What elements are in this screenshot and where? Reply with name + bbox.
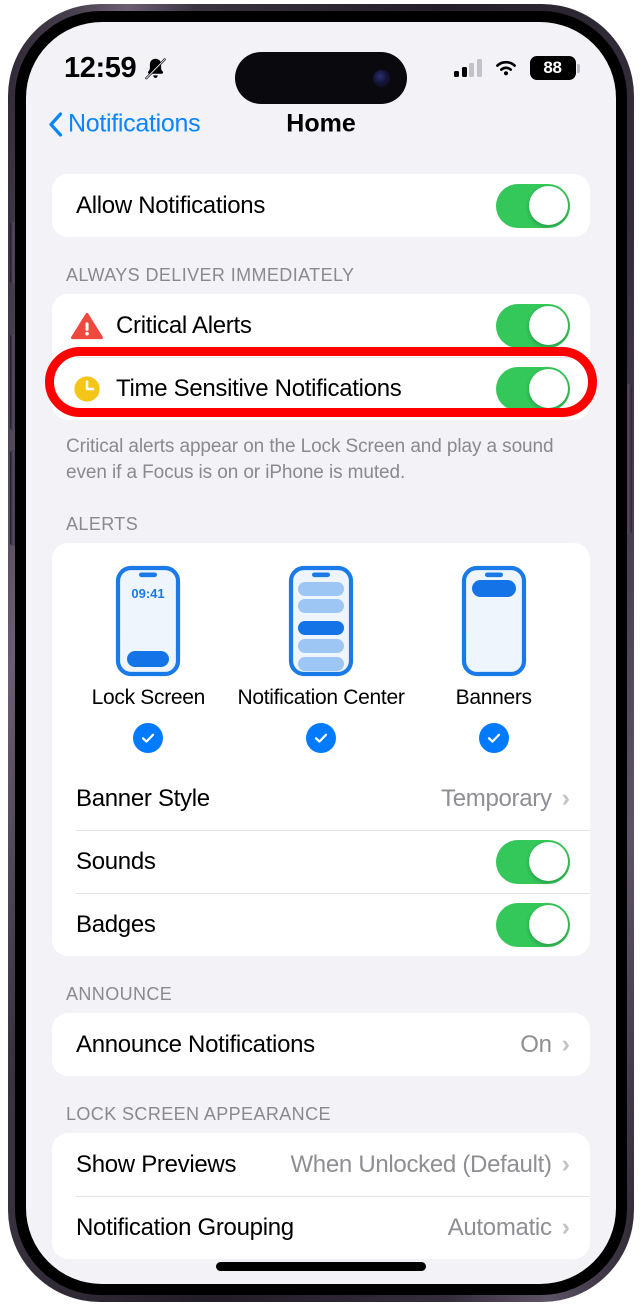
bell-slash-icon	[145, 57, 166, 79]
alert-option-lock-screen[interactable]: 09:41 Lock Screen	[62, 565, 235, 754]
section-header-deliver: ALWAYS DELIVER IMMEDIATELY	[66, 265, 355, 285]
status-bar-right: 88	[454, 56, 580, 80]
lock-screen-appearance-group: Show Previews When Unlocked (Default) › …	[52, 1133, 590, 1260]
row-label: Banner Style	[76, 784, 210, 812]
checkmark-lock-screen[interactable]	[133, 723, 164, 754]
section-footer-critical-alerts: Critical alerts appear on the Lock Scree…	[66, 436, 554, 484]
row-notification-grouping[interactable]: Notification Grouping Automatic ›	[52, 1196, 590, 1259]
section-header-lock-screen-appearance: LOCK SCREEN APPEARANCE	[66, 1104, 331, 1125]
page-title: Home	[286, 109, 356, 138]
battery-indicator: 88	[529, 56, 580, 80]
toggle-allow-notifications[interactable]	[496, 183, 570, 228]
row-sounds[interactable]: Sounds	[52, 830, 590, 893]
row-label: Sounds	[76, 847, 156, 875]
alerts-style-picker: 09:41 Lock Screen Notification Center Ba…	[52, 543, 590, 767]
row-badges[interactable]: Badges	[52, 893, 590, 956]
chevron-right-icon: ›	[561, 1030, 570, 1059]
row-label: Allow Notifications	[76, 191, 266, 219]
toggle-critical-alerts[interactable]	[496, 303, 570, 348]
front-camera-icon	[373, 69, 390, 87]
clock-icon	[74, 375, 100, 402]
signal-bars-icon	[454, 59, 482, 77]
row-label: Notification Grouping	[76, 1213, 294, 1241]
alert-option-notification-center[interactable]: Notification Center	[235, 565, 408, 754]
battery-percent-label: 88	[543, 58, 562, 77]
lock-screen-preview-icon: 09:41	[116, 566, 181, 677]
toggle-time-sensitive[interactable]	[496, 366, 570, 411]
row-label: Show Previews	[76, 1150, 237, 1178]
alert-option-label: Notification Center	[237, 686, 405, 710]
check-icon	[314, 734, 328, 744]
chevron-right-icon: ›	[561, 1213, 570, 1242]
navigation-bar: Notifications Home	[26, 96, 616, 152]
check-icon	[487, 734, 500, 744]
row-value: Automatic	[447, 1213, 552, 1241]
chevron-left-icon	[49, 111, 63, 137]
row-time-sensitive-notifications[interactable]: Time Sensitive Notifications	[52, 357, 590, 420]
row-value: When Unlocked (Default)	[290, 1150, 552, 1178]
home-indicator	[216, 1262, 426, 1271]
section-header-alerts: ALERTS	[66, 514, 139, 535]
chevron-right-icon: ›	[561, 784, 570, 813]
row-label: Badges	[76, 910, 156, 938]
row-announce-notifications[interactable]: Announce Notifications On ›	[52, 1013, 590, 1076]
row-value: On	[520, 1030, 552, 1058]
status-bar-left: 12:59	[64, 52, 168, 85]
settings-scroll-view[interactable]: Allow Notifications ALWAYS DELIVER IMMED…	[26, 152, 616, 1284]
check-icon	[142, 734, 155, 744]
notification-center-preview-icon	[288, 566, 354, 677]
banners-preview-icon	[461, 566, 526, 677]
row-allow-notifications[interactable]: Allow Notifications	[52, 174, 590, 237]
toggle-sounds[interactable]	[496, 839, 570, 884]
row-show-previews[interactable]: Show Previews When Unlocked (Default) ›	[52, 1133, 590, 1196]
checkmark-notification-center[interactable]	[306, 723, 336, 754]
back-button[interactable]: Notifications	[48, 109, 201, 139]
status-bar-clock: 12:59	[64, 51, 137, 84]
wifi-icon	[495, 60, 516, 76]
alert-option-label: Banners	[455, 686, 532, 710]
checkmark-banners[interactable]	[478, 723, 509, 754]
row-label: Critical Alerts	[116, 311, 252, 339]
warning-triangle-icon	[70, 312, 104, 339]
allow-notifications-group: Allow Notifications	[52, 174, 590, 237]
toggle-badges[interactable]	[496, 902, 570, 947]
iphone-screen: 12:59 88 Notifications Home Allow Notifi…	[26, 22, 616, 1284]
section-header-announce: ANNOUNCE	[66, 984, 173, 1005]
row-banner-style[interactable]: Banner Style Temporary ›	[52, 767, 590, 830]
chevron-right-icon: ›	[561, 1150, 570, 1179]
lock-screen-preview-time: 09:41	[132, 586, 165, 601]
row-value: Temporary	[441, 784, 552, 812]
row-label: Time Sensitive Notifications	[116, 374, 402, 402]
row-critical-alerts[interactable]: Critical Alerts	[52, 294, 590, 357]
alerts-group: 09:41 Lock Screen Notification Center Ba…	[52, 543, 590, 957]
row-label: Announce Notifications	[76, 1030, 315, 1058]
announce-group: Announce Notifications On ›	[52, 1013, 590, 1077]
deliver-immediately-group: Critical Alerts Time Sensitive Notificat…	[52, 294, 590, 420]
back-button-label: Notifications	[68, 109, 201, 138]
alert-option-banners[interactable]: Banners	[407, 565, 580, 754]
alert-option-label: Lock Screen	[91, 686, 206, 710]
